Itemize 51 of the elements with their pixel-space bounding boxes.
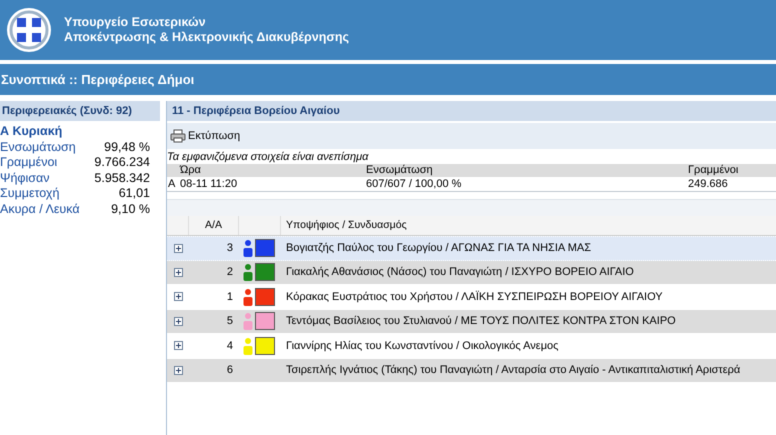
column-header: Ενσωμάτωση	[366, 164, 433, 176]
row-number: 2	[226, 266, 233, 278]
stat-label: Ενσωμάτωση	[0, 140, 76, 155]
row-number: 5	[226, 315, 233, 327]
sidebar-title: Περιφερειακές (Συνδ: 92)	[2, 104, 132, 119]
candidate-row[interactable]: 3 Βογιατζής Παύλος του Γεωργίου / ΑΓΩΝΑΣ ΓΙΑ ΤΑ ΝΗΣΙΑ ΜΑΣ	[167, 236, 776, 260]
stat-label: Γραμμένοι	[0, 155, 58, 170]
column-header: Υποψήφιος / Συνδυασμός	[286, 218, 407, 231]
expand-icon[interactable]	[174, 366, 182, 375]
row-number: 4	[226, 340, 233, 352]
expand-icon[interactable]	[174, 292, 182, 302]
print-button[interactable]: Εκτύπωση	[170, 128, 240, 144]
column-header: Ώρα	[180, 164, 201, 176]
round-label: Α Κυριακή	[0, 124, 64, 140]
stat-value: 5.958.342	[94, 170, 150, 186]
table-cell: 08-11 11:20	[180, 178, 238, 190]
table-cell: 607/607 / 100,00 %	[366, 178, 462, 190]
panel-title: 11 - Περιφέρεια Βορείου Αιγαίου	[172, 104, 340, 119]
row-number: 1	[226, 290, 233, 302]
row-number: 3	[226, 242, 233, 254]
expand-icon[interactable]	[174, 268, 182, 277]
stat-label: Συμμετοχή	[0, 186, 60, 202]
candidate-name: Τεντόμας Βασίλειος του Στυλιανού / ΜΕ ΤΟΥΣ ΠΟΛΙΤΕΣ ΚΟΝΤΡΑ ΣΤΟΝ ΚΑΙΡΟ	[286, 315, 676, 327]
expand-icon[interactable]	[174, 316, 182, 326]
candidate-row[interactable]: 2 Γιακαλής Αθανάσιος (Νάσος) του Παναγιώτη / ΙΣΧΥΡΟ ΒΟΡΕΙΟ ΑΙΓΑΙΟ	[167, 260, 776, 285]
page-title: Συνοπτικά :: Περιφέρειες Δήμοι	[1, 70, 194, 89]
row-number: 6	[226, 364, 233, 376]
printer-icon	[170, 129, 186, 143]
stat-value: 61,01	[118, 186, 150, 202]
candidate-name: Κόρακας Ευστράτιος του Χρήστου / ΛΑΪΚΗ ΣΥΣΠΕΙΡΩΣΗ ΒΟΡΕΙΟΥ ΑΙΓΑΙΟΥ	[286, 290, 663, 302]
expand-icon[interactable]	[174, 341, 182, 350]
candidate-name: Τσιρεπλής Ιγνάτιος (Τάκης) του Παναγιώτη / Ανταρσία στο Αιγαίο - Αντικαπιταλιστική Αριστερά	[286, 364, 740, 376]
stat-label: Ψήφισαν	[0, 170, 50, 186]
ministry-subtitle: Αποκέντρωσης & Ηλεκτρονικής Διακυβέρνησης	[64, 30, 350, 45]
candidate-name: Γιακαλής Αθανάσιος (Νάσος) του Παναγιώτη / ΙΣΧΥΡΟ ΒΟΡΕΙΟ ΑΙΓΑΙΟ	[286, 266, 634, 278]
stat-value: 9,10 %	[111, 202, 150, 217]
stat-label: Ακυρα / Λευκά	[0, 202, 80, 217]
stat-value: 9.766.234	[94, 155, 150, 170]
stat-value: 99,48 %	[104, 140, 150, 155]
table-cell: Α	[168, 178, 176, 190]
candidate-name: Γιαννίρης Ηλίας του Κωνσταντίνου / Οικολογικός Ανεμος	[286, 340, 558, 352]
unofficial-note: Τα εμφανιζόμενα στοιχεία είναι ανεπίσημα	[167, 151, 370, 164]
table-cell: 249.686	[688, 178, 728, 190]
expand-icon[interactable]	[174, 244, 182, 253]
candidate-name: Βογιατζής Παύλος του Γεωργίου / ΑΓΩΝΑΣ ΓΙΑ ΤΑ ΝΗΣΙΑ ΜΑΣ	[286, 242, 592, 254]
ministry-title: Υπουργείο Εσωτερικών	[64, 15, 207, 30]
column-header: Γραμμένοι	[688, 164, 738, 176]
column-header: Α/Α	[205, 218, 222, 233]
candidate-row[interactable]: 5 Τεντόμας Βασίλειος του Στυλιανού / ΜΕ ΤΟΥΣ ΠΟΛΙΤΕΣ ΚΟΝΤΡΑ ΣΤΟΝ ΚΑΙΡΟ	[167, 310, 776, 334]
emblem-icon	[6, 7, 52, 53]
candidate-row[interactable]: 6 Τσιρεπλής Ιγνάτιος (Τάκης) του Παναγιώτη / Ανταρσία στο Αιγαίο - Αντικαπιταλιστική Αριστερά	[167, 358, 776, 383]
